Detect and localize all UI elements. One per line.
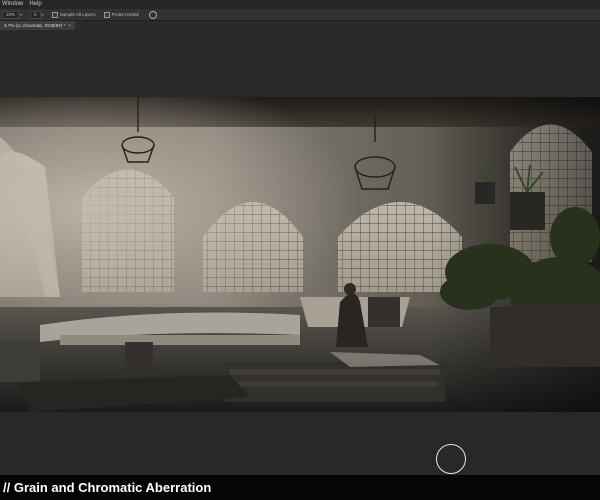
menu-bar: Window Help (0, 0, 600, 9)
chevron-down-icon: ▾ (20, 12, 23, 17)
protect-detail-label: Protect Detail (111, 12, 139, 17)
menu-window[interactable]: Window (2, 0, 23, 9)
protect-detail-checkbox[interactable]: Protect Detail (103, 11, 139, 18)
sample-all-layers-label: Sample All Layers (59, 12, 96, 17)
zoom-value: 10% (2, 10, 20, 19)
options-bar: 10% ▾ 0 ▾ Sample All Layers Protect Deta… (0, 9, 600, 21)
zoom-select[interactable]: 10% ▾ (2, 10, 23, 19)
sample-all-layers-checkbox[interactable]: Sample All Layers (51, 11, 96, 18)
settings-gear-icon[interactable] (148, 10, 157, 19)
menu-help[interactable]: Help (29, 0, 41, 9)
close-icon[interactable]: × (68, 23, 71, 28)
document-tab[interactable]: 4.7% (cc chromatic, RGB/8#) * × (0, 21, 75, 30)
checkbox-icon (51, 11, 58, 18)
document-tab-title: 4.7% (cc chromatic, RGB/8#) * (4, 23, 66, 28)
chevron-down-icon: ▾ (41, 12, 44, 17)
caption-text: // Grain and Chromatic Aberration (3, 480, 212, 495)
artwork-image (0, 97, 600, 412)
caption-bar: // Grain and Chromatic Aberration (0, 475, 600, 500)
brush-cursor (436, 444, 466, 474)
checkbox-icon (103, 11, 110, 18)
mode-value: 0 (30, 10, 41, 19)
mode-select[interactable]: 0 ▾ (30, 10, 44, 19)
document-tab-bar: 4.7% (cc chromatic, RGB/8#) * × (0, 21, 600, 30)
